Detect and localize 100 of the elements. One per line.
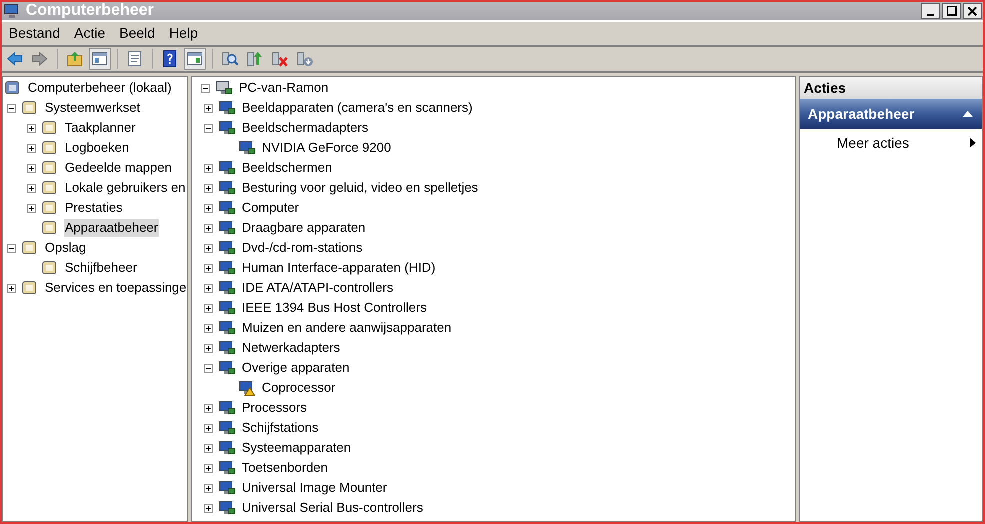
expand-icon[interactable] [27, 164, 36, 172]
help-icon [161, 50, 179, 68]
tree-item[interactable]: Beeldapparaten (camera's en scanners) [241, 99, 474, 117]
device-icon [218, 440, 236, 456]
pane-toggle-button[interactable] [184, 48, 206, 70]
collapse-icon[interactable] [204, 364, 213, 372]
tree-item[interactable]: Lokale gebruikers en [64, 179, 187, 197]
tree-item[interactable]: PC-van-Ramon [238, 79, 330, 97]
tree-toggle-button[interactable] [89, 48, 111, 70]
device-icon [218, 200, 236, 216]
maximize-button[interactable] [942, 3, 961, 19]
expand-icon[interactable] [204, 484, 213, 492]
submenu-arrow-icon [970, 138, 976, 148]
tree-item[interactable]: Muizen en andere aanwijsapparaten [241, 319, 453, 337]
menu-item[interactable]: Bestand [2, 23, 68, 44]
expand-icon[interactable] [204, 324, 213, 332]
expand-icon[interactable] [204, 464, 213, 472]
tree-item[interactable]: Universal Image Mounter [241, 479, 388, 497]
tree-item[interactable]: Processors [241, 399, 308, 417]
tree-item[interactable]: Systeemwerkset [44, 99, 142, 117]
action-link[interactable]: Meer acties [837, 132, 910, 154]
tree-item[interactable]: Besturing voor geluid, video en spelletjes [241, 179, 480, 197]
device-icon [218, 340, 236, 356]
expand-icon[interactable] [27, 144, 36, 152]
tree-item[interactable]: Schijfbeheer [64, 259, 138, 277]
collapse-icon[interactable] [7, 104, 16, 112]
back-arrow-icon [6, 50, 24, 68]
device-icon [218, 120, 236, 136]
expand-icon[interactable] [27, 184, 36, 192]
device-icon [218, 180, 236, 196]
tree-item[interactable]: Gedeelde mappen [64, 159, 173, 177]
tree-item[interactable]: Netwerkadapters [241, 339, 342, 357]
tree-item[interactable]: Draagbare apparaten [241, 219, 367, 237]
device-icon [218, 480, 236, 496]
tree-item[interactable]: Prestaties [64, 199, 124, 217]
device-icon [215, 80, 233, 96]
scan-icon [221, 50, 239, 68]
expand-icon[interactable] [204, 204, 213, 212]
update-driver-icon [246, 50, 264, 68]
tree-item[interactable]: Apparaatbeheer [64, 219, 160, 237]
tree-item[interactable]: Dvd-/cd-rom-stations [241, 239, 364, 257]
device-icon [218, 300, 236, 316]
expand-icon[interactable] [204, 104, 213, 112]
tree-item[interactable]: Computerbeheer (lokaal) [27, 79, 173, 97]
device-icon [218, 240, 236, 256]
close-icon [968, 6, 977, 16]
collapse-icon[interactable] [962, 110, 974, 118]
tree-item[interactable]: Beeldschermen [241, 159, 334, 177]
collapse-icon[interactable] [204, 124, 213, 132]
tree-item[interactable]: Opslag [44, 239, 88, 257]
disable-device-icon [296, 50, 314, 68]
uninstall-icon [271, 50, 289, 68]
tree-item[interactable]: Human Interface-apparaten (HID) [241, 259, 437, 277]
collapse-icon[interactable] [7, 244, 16, 252]
expand-icon[interactable] [204, 164, 213, 172]
expand-icon[interactable] [204, 424, 213, 432]
minimize-icon [927, 14, 934, 16]
section-header[interactable]: Apparaatbeheer [800, 99, 982, 129]
expand-icon[interactable] [204, 284, 213, 292]
tree-item[interactable]: Overige apparaten [241, 359, 351, 377]
tree-item[interactable]: Systeemapparaten [241, 439, 352, 457]
window-title: Computerbeheer [26, 2, 154, 21]
tree-item[interactable]: Beeldschermadapters [241, 119, 370, 137]
expand-icon[interactable] [204, 244, 213, 252]
tree-item[interactable]: IEEE 1394 Bus Host Controllers [241, 299, 428, 317]
expand-icon[interactable] [204, 344, 213, 352]
expand-icon[interactable] [7, 284, 16, 292]
expand-icon[interactable] [204, 224, 213, 232]
tree-item[interactable]: IDE ATA/ATAPI-controllers [241, 279, 394, 297]
action-pane-icon [186, 50, 204, 68]
expand-icon[interactable] [204, 504, 213, 512]
device-icon [238, 140, 256, 156]
tree-item[interactable]: Logboeken [64, 139, 130, 157]
expand-icon[interactable] [204, 304, 213, 312]
minimize-button[interactable] [921, 3, 940, 19]
section-title: Apparaatbeheer [808, 104, 915, 124]
tree-item[interactable]: Taakplanner [64, 119, 137, 137]
device-icon [218, 160, 236, 176]
tree-item[interactable]: NVIDIA GeForce 9200 [261, 139, 392, 157]
device-icon [218, 100, 236, 116]
expand-icon[interactable] [204, 264, 213, 272]
device-icon [218, 320, 236, 336]
menu-item[interactable]: Help [162, 23, 206, 44]
tree-item[interactable]: Services en toepassinge [44, 279, 187, 297]
expand-icon[interactable] [204, 184, 213, 192]
tree-item[interactable]: Computer [241, 199, 300, 217]
collapse-icon[interactable] [201, 84, 210, 92]
menu-item[interactable]: Beeld [112, 23, 162, 44]
tree-item[interactable]: Toetsenborden [241, 459, 330, 477]
maximize-icon [946, 6, 956, 16]
expand-icon[interactable] [204, 444, 213, 452]
expand-icon[interactable] [27, 124, 36, 132]
menu-item[interactable]: Actie [67, 23, 112, 44]
tree-item[interactable]: Universal Serial Bus-controllers [241, 499, 424, 517]
expand-icon[interactable] [204, 404, 213, 412]
expand-icon[interactable] [27, 204, 36, 212]
close-button[interactable] [963, 3, 982, 19]
forward-arrow-icon [31, 50, 49, 68]
tree-item[interactable]: Coprocessor [261, 379, 337, 397]
tree-item[interactable]: Schijfstations [241, 419, 320, 437]
